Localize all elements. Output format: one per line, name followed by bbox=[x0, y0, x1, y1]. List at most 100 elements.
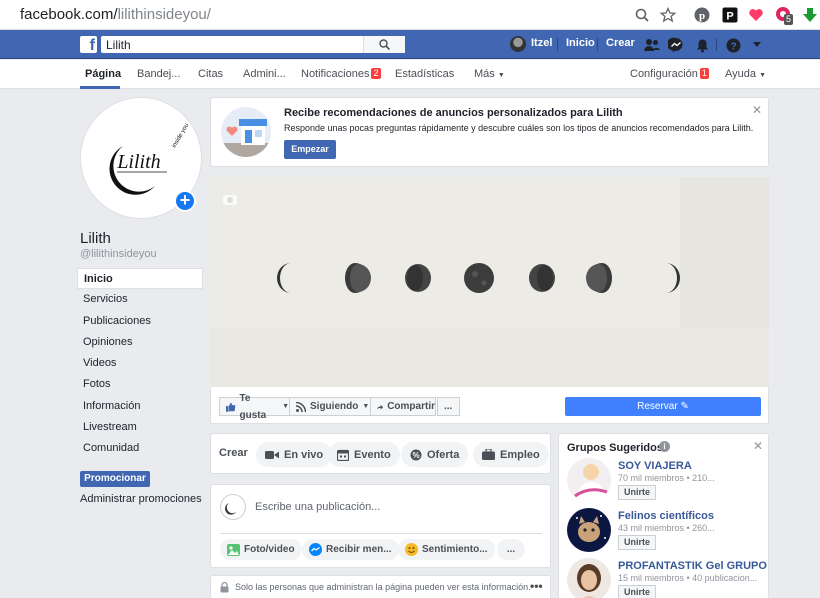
create-event-label: Evento bbox=[354, 448, 391, 461]
url-text[interactable]: facebook.com/lilithinsideyou/ bbox=[20, 6, 211, 23]
bookmark-star-icon[interactable] bbox=[658, 5, 678, 25]
cover-photo[interactable] bbox=[210, 177, 769, 387]
sidebar-item-fotos[interactable]: Fotos bbox=[77, 374, 203, 395]
join-group-button[interactable]: Unirte bbox=[618, 535, 657, 550]
create-offer-button[interactable]: % Oferta bbox=[401, 442, 469, 467]
share-button[interactable]: Compartir bbox=[370, 397, 436, 416]
tab-notificaciones-label: Notificaciones bbox=[301, 68, 370, 80]
search-button[interactable] bbox=[363, 36, 405, 53]
svg-text:Lilith: Lilith bbox=[116, 151, 160, 173]
group-suggestion: SOY VIAJERA 70 mil miembros • 210... Uni… bbox=[567, 458, 767, 504]
friend-requests-icon[interactable] bbox=[643, 36, 661, 54]
photo-video-label: Foto/video bbox=[244, 544, 295, 555]
user-name-link[interactable]: Itzel bbox=[531, 37, 552, 49]
svg-text:P: P bbox=[726, 11, 733, 23]
suggested-groups-title: Grupos Sugeridos bbox=[567, 442, 663, 454]
divider bbox=[220, 533, 542, 534]
pinterest-icon[interactable]: p bbox=[692, 5, 712, 25]
video-camera-icon bbox=[265, 450, 279, 459]
more-options-button[interactable]: ... bbox=[437, 397, 460, 416]
tab-notificaciones[interactable]: Notificaciones 2 bbox=[301, 68, 381, 80]
sidebar-item-informacion[interactable]: Información bbox=[77, 396, 203, 417]
tab-ayuda[interactable]: Ayuda ▼ bbox=[725, 68, 766, 80]
messenger-icon bbox=[309, 543, 322, 556]
feeling-activity-button[interactable]: Sentimiento... bbox=[398, 539, 495, 560]
create-post-types-card: Crear En vivo Evento % Oferta Empleo bbox=[210, 433, 551, 474]
photo-video-button[interactable]: Foto/video bbox=[220, 539, 302, 560]
start-button[interactable]: Empezar bbox=[284, 140, 336, 159]
get-messages-button[interactable]: Recibir men... bbox=[302, 539, 399, 560]
create-event-button[interactable]: Evento bbox=[328, 442, 400, 467]
tab-configuracion[interactable]: Configuración 1 bbox=[630, 68, 709, 80]
reserve-button[interactable]: Reservar ✎ bbox=[565, 397, 761, 416]
promote-button[interactable]: Promocionar bbox=[80, 471, 150, 487]
tab-admin[interactable]: Admini... bbox=[243, 68, 286, 80]
browser-address-bar: facebook.com/lilithinsideyou/ p P 5 bbox=[0, 0, 820, 30]
group-name[interactable]: PROFANTASTIK Gel GRUPO bbox=[618, 560, 767, 572]
sidebar-item-videos[interactable]: Videos bbox=[77, 353, 203, 374]
zoom-icon[interactable] bbox=[632, 5, 652, 25]
tab-estadisticas[interactable]: Estadísticas bbox=[395, 68, 454, 80]
create-job-button[interactable]: Empleo bbox=[473, 442, 549, 467]
tab-citas[interactable]: Citas bbox=[198, 68, 223, 80]
chevron-down-icon: ▼ bbox=[759, 72, 766, 79]
group-name[interactable]: SOY VIAJERA bbox=[618, 460, 692, 472]
heart-icon[interactable] bbox=[746, 5, 766, 25]
home-link[interactable]: Inicio bbox=[566, 37, 595, 49]
info-icon[interactable]: i bbox=[659, 441, 670, 452]
create-link[interactable]: Crear bbox=[606, 37, 635, 49]
divider bbox=[597, 38, 598, 51]
search-input[interactable] bbox=[101, 36, 371, 53]
tab-mas[interactable]: Más ▼ bbox=[474, 68, 505, 80]
offer-tag-icon: % bbox=[410, 449, 422, 460]
sidebar-item-publicaciones[interactable]: Publicaciones bbox=[77, 311, 203, 332]
search-box bbox=[101, 36, 405, 53]
user-avatar[interactable] bbox=[510, 36, 526, 52]
thumbs-up-icon bbox=[226, 402, 236, 412]
sidebar-item-inicio[interactable]: Inicio bbox=[77, 268, 203, 290]
svg-text:?: ? bbox=[730, 41, 736, 52]
composer-more-button[interactable]: ... bbox=[497, 539, 525, 560]
group-name[interactable]: Felinos científicos bbox=[618, 510, 714, 522]
facebook-logo-icon[interactable]: f bbox=[80, 36, 97, 53]
parking-extension-icon[interactable]: P bbox=[720, 5, 740, 25]
page-sidebar-nav: Inicio Servicios Publicaciones Opiniones… bbox=[77, 268, 203, 460]
page-avatar bbox=[220, 494, 246, 520]
moon-phases-image bbox=[210, 177, 769, 387]
download-arrow-icon[interactable] bbox=[800, 5, 820, 25]
composer-input[interactable]: Escribe una publicación... bbox=[255, 501, 380, 513]
account-menu-caret-icon[interactable] bbox=[748, 36, 766, 54]
group-thumbnail[interactable] bbox=[567, 558, 611, 598]
suggested-groups-card: Grupos Sugeridos i ✕ SOY VIAJERA 70 mil … bbox=[558, 433, 769, 598]
messenger-icon[interactable] bbox=[667, 36, 685, 54]
notifications-bell-icon[interactable] bbox=[693, 36, 711, 54]
group-thumbnail[interactable] bbox=[567, 458, 611, 502]
help-icon[interactable]: ? bbox=[724, 36, 742, 54]
group-meta: 70 mil miembros • 210... bbox=[618, 473, 715, 483]
go-live-button[interactable]: En vivo bbox=[256, 442, 333, 467]
sidebar-item-servicios[interactable]: Servicios bbox=[77, 289, 203, 310]
sidebar-item-opiniones[interactable]: Opiniones bbox=[77, 332, 203, 353]
page-handle[interactable]: @lilithinsideyou bbox=[80, 248, 157, 260]
sidebar-item-livestream[interactable]: Livestream bbox=[77, 417, 203, 438]
add-profile-photo-button[interactable]: + bbox=[174, 190, 196, 212]
join-group-button[interactable]: Unirte bbox=[618, 585, 657, 598]
following-button[interactable]: Siguiendo ▼ bbox=[289, 397, 371, 416]
share-button-label: Compartir bbox=[387, 401, 435, 412]
like-button[interactable]: Te gusta ▼ bbox=[219, 393, 290, 421]
extension-notification-icon[interactable]: 5 bbox=[774, 5, 794, 25]
tab-pagina[interactable]: Página bbox=[85, 68, 121, 80]
create-label: Crear bbox=[219, 447, 248, 459]
close-icon[interactable]: ✕ bbox=[753, 439, 763, 453]
like-button-label: Te gusta bbox=[239, 392, 267, 421]
chevron-down-icon: ▼ bbox=[362, 403, 370, 410]
sidebar-item-comunidad[interactable]: Comunidad bbox=[77, 438, 203, 459]
join-group-button[interactable]: Unirte bbox=[618, 485, 657, 500]
more-options-icon[interactable]: ••• bbox=[530, 579, 543, 593]
tab-bandeja[interactable]: Bandej... bbox=[137, 68, 180, 80]
group-thumbnail[interactable] bbox=[567, 508, 611, 552]
close-icon[interactable]: ✕ bbox=[752, 103, 762, 117]
tab-configuracion-label: Configuración bbox=[630, 68, 698, 80]
chevron-down-icon: ▼ bbox=[282, 403, 289, 410]
manage-promotions-link[interactable]: Administrar promociones bbox=[80, 493, 202, 505]
